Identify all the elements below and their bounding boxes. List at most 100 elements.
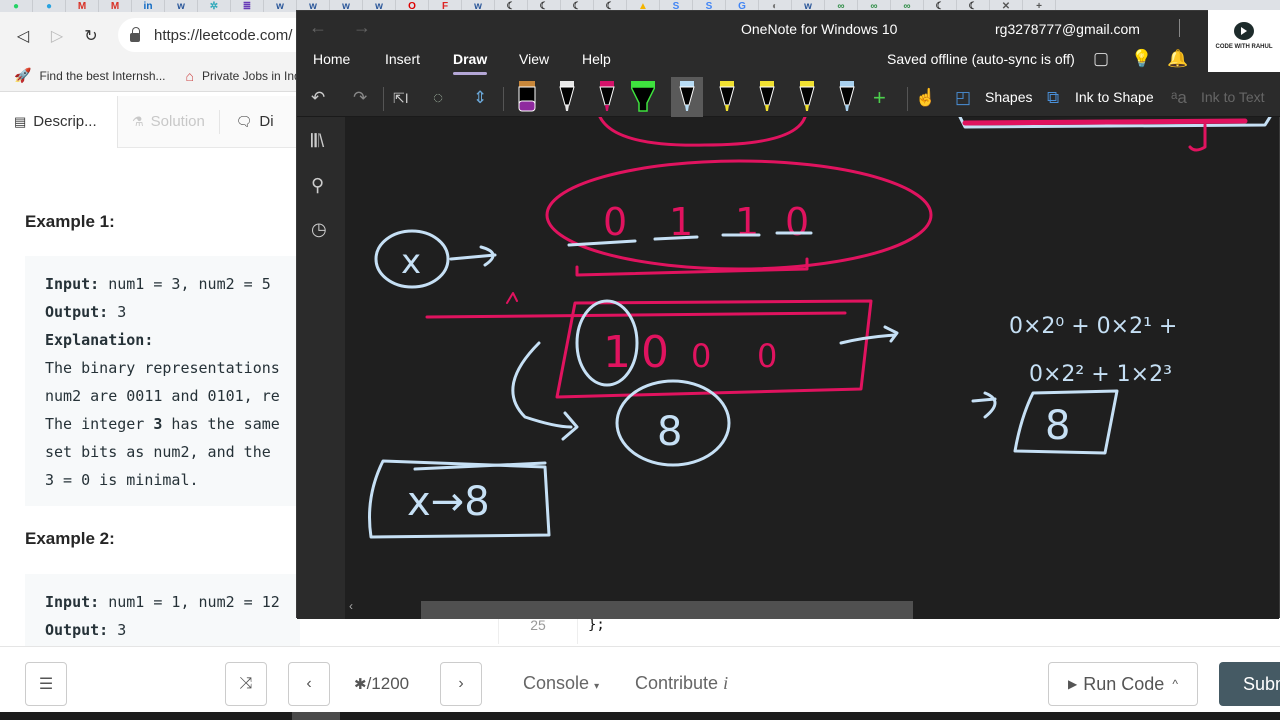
reload-button[interactable]: ↻ [74, 26, 108, 46]
prev-problem-button[interactable]: ‹ [288, 662, 330, 706]
recent-icon[interactable]: ◷ [311, 219, 327, 240]
notebooks-icon[interactable]: 𝄃𝄃\ [311, 131, 324, 152]
ink-bit: 0 [785, 200, 809, 244]
scrollbar-thumb[interactable] [421, 601, 913, 619]
caret-down-icon: ▾ [594, 681, 600, 692]
ink-box-bit: 0 [757, 337, 777, 375]
ink-line-across [425, 311, 847, 319]
touch-draw-icon[interactable]: ☝ [915, 83, 936, 113]
pen-lightblue-2[interactable] [835, 81, 859, 113]
lasso-select-icon[interactable]: ⇱I [393, 83, 409, 113]
nav-back-icon[interactable]: ← [309, 17, 327, 38]
shapes-button[interactable]: Shapes [985, 89, 1032, 105]
telegram-icon: ● [45, 1, 53, 12]
pen-yellow-1[interactable] [715, 81, 739, 113]
tab-help[interactable]: Help [582, 51, 611, 67]
browser-tab[interactable]: ✲ [198, 0, 231, 12]
insert-space-icon[interactable]: ⇕ [473, 83, 487, 113]
explanation-line: The binary representations [45, 359, 280, 377]
nav-forward-icon[interactable]: → [353, 17, 371, 38]
account-email[interactable]: rg3278777@gmail.com [995, 21, 1140, 37]
browser-tab[interactable]: w [264, 0, 297, 12]
browser-tab[interactable]: M [99, 0, 132, 12]
lightbulb-icon[interactable]: 💡 [1131, 49, 1152, 69]
taskbar [0, 712, 1280, 720]
pen-yellow-3[interactable] [795, 81, 819, 113]
caret-up-icon: ^ [1172, 677, 1178, 691]
run-code-button[interactable]: ▶ Run Code ^ [1048, 662, 1198, 706]
divider [503, 87, 504, 111]
browser-tab[interactable]: in [132, 0, 165, 12]
ink-to-text-icon[interactable]: ᵃa [1171, 83, 1187, 113]
bookmark-internships[interactable]: 🚀 Find the best Internsh... [14, 67, 166, 84]
problem-counter: ✱/1200 [354, 674, 409, 694]
input-value: num1 = 3, num2 = 5 [99, 275, 271, 293]
next-problem-button[interactable]: › [440, 662, 482, 706]
ink-formula-8: 8 [1045, 403, 1070, 449]
tab-discuss[interactable]: 🗨 Di [218, 109, 288, 134]
divider [1179, 19, 1180, 37]
ink-to-text-button[interactable]: Ink to Text [1201, 89, 1265, 105]
channel-watermark: CODE WITH RAHUL [1208, 10, 1280, 72]
ink-box-bit: 0 [691, 337, 711, 375]
browser-tab[interactable]: ≣ [231, 0, 264, 12]
pen-magenta[interactable] [595, 81, 619, 113]
contribute-button[interactable]: Contribute i [635, 673, 728, 694]
ink-layer: 0 1 1 0x1 0 0 08x→80×2⁰ + 0×2¹ +0×2² + 1×2³8 [368, 115, 1272, 539]
comment-icon: 🗨 [235, 113, 253, 129]
undo-icon[interactable]: ↶ [311, 83, 325, 113]
output-label: Output: [45, 303, 109, 321]
tab-home[interactable]: Home [313, 51, 350, 67]
ink-underline [567, 239, 637, 247]
tab-insert[interactable]: Insert [385, 51, 420, 67]
browser-tab[interactable]: M [66, 0, 99, 12]
add-space-icon[interactable]: ◌ [433, 83, 443, 113]
pen-white[interactable] [555, 81, 579, 113]
browser-tab[interactable]: w [165, 0, 198, 12]
ink-formula-1: 0×2⁰ + 0×2¹ + [1009, 314, 1177, 339]
ink-underline [653, 235, 699, 241]
sticky-notes-icon[interactable]: ▢ [1093, 49, 1109, 69]
tab-view[interactable]: View [519, 51, 549, 67]
ink-to-shape-button[interactable]: Ink to Shape [1075, 89, 1154, 105]
bookmark-private-jobs[interactable]: ⌂ Private Jobs in Ind [186, 68, 301, 84]
shapes-icon[interactable]: ◰ [955, 83, 971, 113]
ribbon-tabs: Home Insert Draw View Help Saved offline… [297, 47, 1280, 77]
drawing-canvas[interactable]: 0 1 1 0 x 1 0 0 0 8 x→8 0×2⁰ + 0×2¹ +0×2² + 1×2³ 8 [345, 115, 1279, 597]
explanation-line: num2 are 0011 and 0101, re [45, 387, 280, 405]
tab-draw[interactable]: Draw [453, 51, 488, 75]
bell-icon[interactable]: 🔔 [1167, 49, 1188, 69]
console-button[interactable]: Console ▾ [523, 673, 599, 694]
pen-purple[interactable] [515, 81, 539, 113]
problem-list-button[interactable]: ☰ [25, 662, 67, 706]
explanation-line: set bits as num2, and the [45, 443, 271, 461]
tab-solution[interactable]: ⚗ Solution [118, 96, 219, 148]
browser-tab[interactable]: ● [0, 0, 33, 12]
highlighter-green[interactable] [631, 81, 655, 113]
taskbar-active-item[interactable] [292, 712, 340, 720]
ink-curve-arrow [511, 341, 579, 441]
submit-button[interactable]: Subm [1219, 662, 1280, 706]
watermark-text: CODE WITH RAHUL [1215, 44, 1273, 50]
scroll-left-icon[interactable]: ‹ [349, 599, 353, 613]
redo-icon[interactable]: ↷ [353, 83, 367, 113]
horizontal-scrollbar[interactable]: ‹ [345, 597, 1279, 619]
pen-yellow-2[interactable] [755, 81, 779, 113]
back-button[interactable]: ◁ [6, 26, 40, 46]
forward-button[interactable]: ▷ [40, 26, 74, 46]
search-icon[interactable]: ⚲ [311, 175, 324, 196]
example-1-title: Example 1: [25, 212, 115, 231]
ink-to-shape-icon[interactable]: ⧉ [1047, 83, 1059, 113]
sync-status: Saved offline (auto-sync is off) [887, 51, 1075, 67]
ink-8: 8 [657, 409, 682, 455]
pen-lightblue-selected[interactable] [671, 77, 703, 117]
browser-tab[interactable]: ● [33, 0, 66, 12]
random-problem-button[interactable]: ⤨ [225, 662, 267, 706]
ink-x: x [401, 242, 421, 282]
tab-description[interactable]: ▤ Descrip... [0, 95, 118, 148]
divider [383, 87, 384, 111]
ink-bit: 0 [603, 200, 627, 244]
input-label: Input: [45, 593, 100, 611]
input-value: num1 = 1, num2 = 12 [99, 593, 280, 611]
add-pen-icon[interactable]: + [873, 83, 886, 113]
